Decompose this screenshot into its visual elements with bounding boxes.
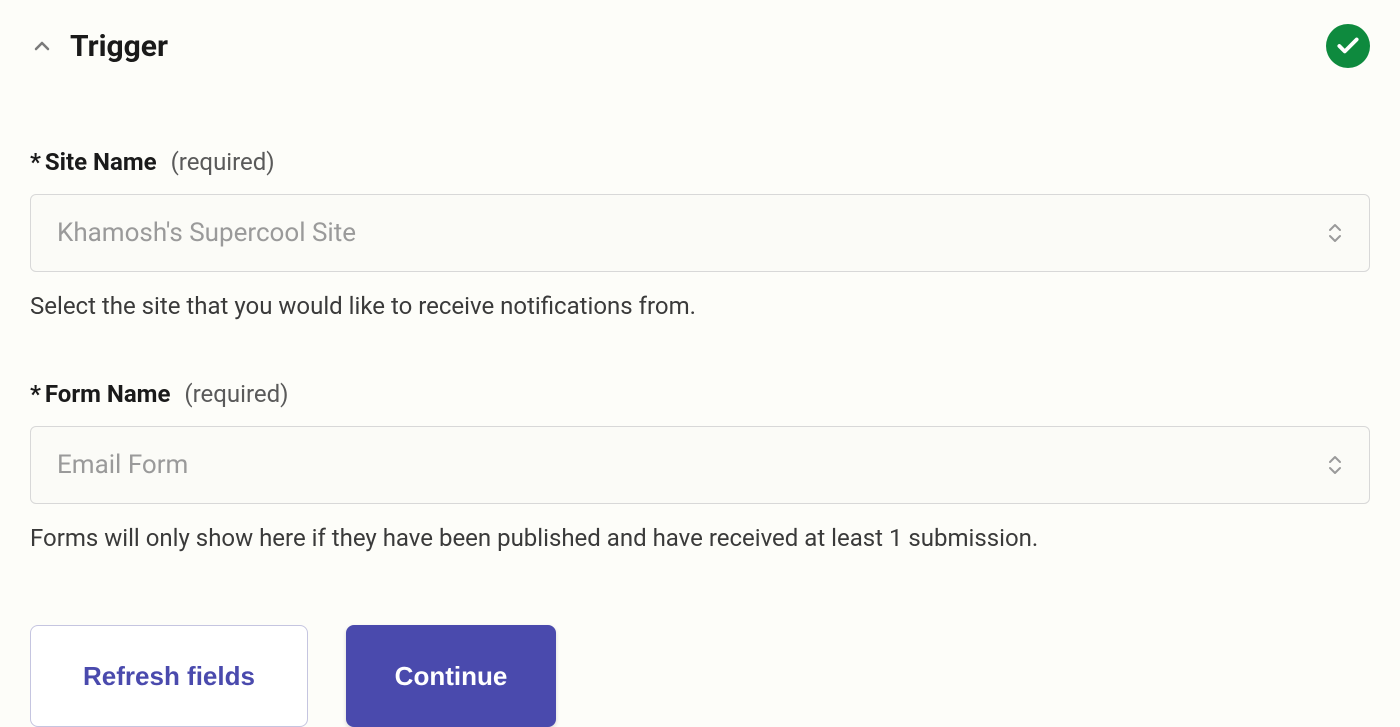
- form-name-label: Form Name: [45, 380, 171, 408]
- site-name-group: * Site Name (required) Khamosh's Superco…: [30, 148, 1370, 324]
- form-name-group: * Form Name (required) Email Form Forms …: [30, 380, 1370, 556]
- continue-button[interactable]: Continue: [346, 625, 556, 727]
- chevron-up-icon[interactable]: [30, 34, 54, 58]
- site-name-select[interactable]: Khamosh's Supercool Site: [30, 194, 1370, 272]
- updown-icon: [1327, 455, 1343, 475]
- form-name-help: Forms will only show here if they have b…: [30, 522, 1370, 556]
- form-name-value: Email Form: [57, 450, 188, 480]
- site-name-hint: (required): [171, 148, 275, 176]
- site-name-help: Select the site that you would like to r…: [30, 290, 1370, 324]
- section-title: Trigger: [70, 29, 168, 64]
- status-complete-badge: [1326, 24, 1370, 68]
- required-marker: * Site Name: [30, 148, 157, 176]
- site-name-label-row: * Site Name (required): [30, 148, 1370, 176]
- refresh-fields-button[interactable]: Refresh fields: [30, 625, 308, 727]
- form-name-label-row: * Form Name (required): [30, 380, 1370, 408]
- site-name-label: Site Name: [45, 148, 157, 176]
- trigger-section-header: Trigger: [30, 24, 1370, 68]
- form-name-hint: (required): [184, 380, 288, 408]
- checkmark-icon: [1335, 33, 1361, 59]
- form-name-select[interactable]: Email Form: [30, 426, 1370, 504]
- button-row: Refresh fields Continue: [30, 625, 1370, 727]
- section-header-left: Trigger: [30, 29, 168, 64]
- updown-icon: [1327, 223, 1343, 243]
- site-name-value: Khamosh's Supercool Site: [57, 218, 356, 248]
- required-marker: * Form Name: [30, 380, 170, 408]
